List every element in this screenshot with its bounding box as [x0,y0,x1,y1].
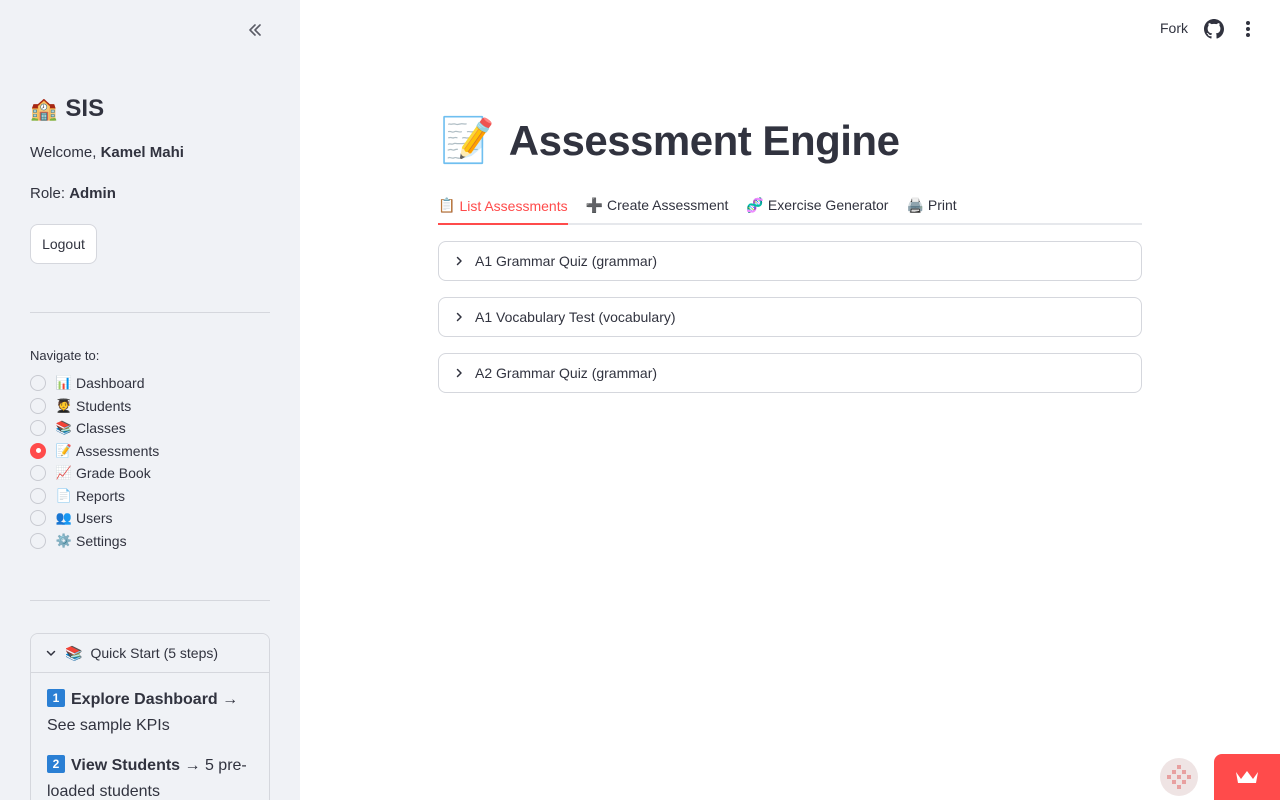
sidebar: 🏫 SIS Welcome, Kamel Mahi Role: Admin Lo… [0,0,300,800]
nav-item-users[interactable]: 👥 Users [30,507,159,530]
tab-print[interactable]: 🖨️ Print [906,188,956,222]
chevron-right-icon [456,256,462,266]
radio-button[interactable] [30,397,46,414]
main-menu-button[interactable] [1238,19,1258,39]
tab-label: Print [927,197,957,213]
tab-bar: 📋 List Assessments ➕ Create Assessment 🧬… [438,188,1142,225]
nav-item-classes[interactable]: 📚 Classes [30,417,159,440]
radio-button[interactable] [30,510,46,527]
tab-create-assessment[interactable]: ➕ Create Assessment [586,188,729,222]
memo-icon: 📝 [55,442,73,458]
double-chevron-left-icon [249,24,261,36]
nav-item-label: Dashboard [76,375,145,392]
assessment-title: A1 Vocabulary Test (vocabulary) [475,309,676,325]
page-title-row: 📝 Assessment Engine [440,115,900,167]
number-badge: 2 [47,755,65,773]
radio-button[interactable] [30,375,46,392]
radio-button[interactable] [30,487,46,504]
nav-label: Navigate to: [30,348,100,363]
brand: 🏫 SIS [30,95,104,123]
memo-icon: 📝 [440,116,495,165]
student-icon: 🧑‍🎓 [55,397,73,413]
streamlit-badge-button[interactable] [1214,754,1280,800]
github-button[interactable] [1204,19,1224,39]
quick-start-header[interactable]: 📚 Quick Start (5 steps) [31,634,269,673]
users-icon: 👥 [55,510,73,526]
welcome-text: Welcome, Kamel Mahi [30,144,184,161]
assessment-expander[interactable]: A1 Grammar Quiz (grammar) [438,241,1142,281]
nav-item-label: Grade Book [76,465,151,482]
chevron-right-icon [456,368,462,378]
nav-item-label: Users [76,510,113,527]
clipboard-icon: 📋 [438,197,456,213]
chart-increasing-icon: 📈 [55,465,73,481]
assessment-expander[interactable]: A1 Vocabulary Test (vocabulary) [438,297,1142,337]
role-prefix: Role: [30,185,70,202]
nav-item-label: Reports [76,487,126,504]
nav-item-students[interactable]: 🧑‍🎓 Students [30,395,159,418]
quick-start-step: 1 Explore Dashboard → See sample KPIs [47,687,253,739]
welcome-prefix: Welcome, [30,144,101,161]
tab-label: Exercise Generator [767,197,889,213]
plus-icon: ➕ [585,196,604,213]
dna-icon: 🧬 [746,196,764,213]
user-name: Kamel Mahi [100,144,184,161]
nav-item-label: Settings [76,532,127,549]
assessment-expander[interactable]: A2 Grammar Quiz (grammar) [438,353,1142,393]
nav-item-grade-book[interactable]: 📈 Grade Book [30,462,159,485]
role-text: Role: Admin [30,185,116,202]
quick-start-title: Quick Start (5 steps) [90,645,219,661]
more-vertical-icon [1246,21,1250,37]
logout-button[interactable]: Logout [30,224,97,264]
nav-item-label: Assessments [76,442,160,459]
tab-label: List Assessments [459,197,568,214]
nav-item-reports[interactable]: 📄 Reports [30,485,159,508]
radio-button[interactable] [30,465,46,482]
nav-item-label: Students [76,397,132,414]
printer-icon: 🖨️ [906,196,924,213]
tab-exercise-generator[interactable]: 🧬 Exercise Generator [746,188,888,222]
step-title: Explore Dashboard [71,691,218,708]
quick-start-body: 1 Explore Dashboard → See sample KPIs 2 Vi… [31,673,269,800]
page-icon: 📄 [55,487,73,503]
tab-label: Create Assessment [607,197,729,213]
quick-start-step: 2 View Students → 5 pre-loaded students [47,753,253,800]
nav-item-dashboard[interactable]: 📊 Dashboard [30,372,159,395]
step-title: View Students [71,757,181,774]
radio-button[interactable] [30,532,46,549]
user-role: Admin [69,185,116,202]
nav-item-assessments[interactable]: 📝 Assessments [30,440,159,463]
books-icon: 📚 [65,644,83,661]
assessment-title: A2 Grammar Quiz (grammar) [475,365,658,381]
tab-list-assessments[interactable]: 📋 List Assessments [438,188,568,225]
radio-button-selected[interactable] [30,442,46,459]
collapse-sidebar-button[interactable] [244,19,266,41]
radio-button[interactable] [30,420,46,437]
school-icon: 🏫 [30,96,58,121]
quick-start-expander: 📚 Quick Start (5 steps) 1 Explore Dashboa… [30,633,270,800]
nav-item-label: Classes [76,420,126,437]
fork-button[interactable]: Fork [1160,20,1188,36]
chevron-right-icon [456,312,462,322]
books-icon: 📚 [55,420,73,436]
bar-chart-icon: 📊 [55,375,73,391]
number-badge: 1 [47,689,65,707]
chevron-down-icon [46,650,56,656]
nav-item-settings[interactable]: ⚙️ Settings [30,530,159,553]
sidebar-divider [30,312,270,313]
gear-icon: ⚙️ [55,532,73,548]
crown-icon [1236,771,1258,783]
github-icon [1204,19,1224,39]
app-title: SIS [65,95,105,122]
nav-radio-group: 📊 Dashboard 🧑‍🎓 Students 📚 Classes 📝 Ass… [30,372,159,552]
page-title: Assessment Engine [508,117,900,164]
assessment-title: A1 Grammar Quiz (grammar) [475,253,658,269]
status-widget[interactable] [1160,758,1198,796]
sidebar-divider [30,600,270,601]
grid-icon [1167,765,1191,789]
